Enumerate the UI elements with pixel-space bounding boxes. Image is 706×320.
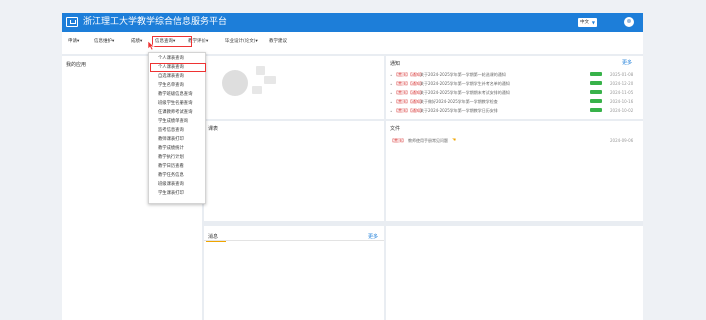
notice-row[interactable]: • 【置顶】【通知】 关于2024-2025学年第一学期期末考试安排的通知 20…: [390, 90, 640, 97]
dropdown-item[interactable]: 任课教师考试查询: [158, 110, 192, 116]
notice-date: 2024-11-05: [610, 90, 634, 95]
notice-text: 关于2024-2025学年第一学期期末考试安排的通知: [420, 90, 510, 95]
top-header: 浙江理工大学教学综合信息服务平台 中文 ▼: [62, 13, 643, 32]
language-label: 中文: [580, 20, 589, 25]
logo-icon: [66, 17, 78, 27]
new-badge: [590, 99, 602, 103]
messages-more-link[interactable]: 更多: [368, 233, 378, 240]
profile-blur-2: [264, 76, 276, 84]
dropdown-item[interactable]: 教学任务信息: [158, 173, 184, 179]
messages-tab-underline: [206, 241, 226, 243]
new-badge: [590, 90, 602, 94]
bullet-icon: •: [390, 100, 393, 105]
menu-info-maintain[interactable]: 信息维护▾: [94, 38, 114, 45]
files-title: 文件: [390, 126, 401, 132]
menu-grades[interactable]: 成绩▾: [131, 38, 142, 45]
language-select[interactable]: 中文 ▼: [578, 18, 597, 27]
menu-thesis[interactable]: 毕业设计(论文)▾: [225, 38, 258, 45]
messages-tab[interactable]: 消息: [208, 233, 218, 240]
new-badge: [590, 108, 602, 112]
dropdown-item[interactable]: 学生课表打印: [158, 191, 184, 197]
bullet-icon: •: [390, 73, 393, 78]
notices-more-link[interactable]: 更多: [622, 59, 632, 66]
dropdown-item[interactable]: 个人课表查询: [158, 56, 184, 62]
dropdown-item[interactable]: 教学班级信息查询: [158, 92, 192, 98]
profile-avatar: [222, 70, 248, 96]
dropdown-item[interactable]: 监考信息查询: [158, 128, 184, 134]
notice-row[interactable]: • 【置顶】【通知】 关于做好2024-2025学年第一学期教学检查 2024-…: [390, 99, 640, 106]
profile-blur-1: [256, 66, 265, 75]
notices-title: 通知: [390, 61, 401, 67]
files-panel: 文件 【置顶】 教师使用手册常见问题 ☚ 2024-09-06: [386, 121, 643, 221]
schedule-panel: 课表: [204, 121, 384, 221]
dropdown-item[interactable]: 学生成绩单查询: [158, 119, 188, 125]
new-badge: [590, 72, 602, 76]
bullet-icon: •: [390, 109, 393, 114]
bullet-icon: •: [390, 91, 393, 96]
notice-text: 关于2024-2025学年第一学期学生补考名单的通知: [420, 81, 510, 86]
hand-icon: ☚: [452, 138, 457, 143]
file-date: 2024-09-06: [610, 138, 634, 143]
profile-panel: [204, 56, 384, 119]
notice-date: 2025-01-08: [610, 72, 634, 77]
messages-panel: 消息 更多: [204, 226, 384, 320]
notice-text: 关于2024-2025学年第一学期教学日历安排: [420, 108, 498, 113]
menu-suggestion[interactable]: 教学建议: [269, 38, 287, 45]
file-text: 教师使用手册常见问题: [408, 138, 448, 143]
user-avatar-icon[interactable]: [624, 17, 634, 27]
cursor-icon: [147, 40, 155, 51]
notice-date: 2024-10-16: [610, 99, 634, 104]
dropdown-item[interactable]: 教学执行计划: [158, 155, 184, 161]
chevron-down-icon: ▼: [591, 20, 595, 25]
dropdown-item[interactable]: 自选课表查询: [158, 74, 184, 80]
my-apps-title: 我的应用: [66, 62, 87, 68]
dropdown-item[interactable]: 教学成绩统计: [158, 146, 184, 152]
menu-apply[interactable]: 申请▾: [68, 38, 79, 45]
info-query-dropdown: 个人课表查询 个人课表查询 自选课表查询 学生名单查询 教学班级信息查询 班级学…: [148, 52, 206, 204]
notice-text: 关于2024-2025学年第一学期第一轮选课的通知: [420, 72, 506, 77]
profile-blur-3: [252, 86, 262, 94]
dropdown-item[interactable]: 班级课表查询: [158, 182, 184, 188]
site-title: 浙江理工大学教学综合信息服务平台: [83, 17, 228, 27]
menu-highlight-box: [152, 36, 192, 47]
dropdown-item[interactable]: 学生名单查询: [158, 83, 184, 89]
dropdown-item[interactable]: 教师课表打印: [158, 137, 184, 143]
notice-row[interactable]: • 【置顶】【通知】 关于2024-2025学年第一学期学生补考名单的通知 20…: [390, 81, 640, 88]
notice-date: 2024-10-02: [610, 108, 634, 113]
divider: [204, 240, 384, 241]
dropdown-item[interactable]: 班级学生名册查询: [158, 101, 192, 107]
notice-row[interactable]: • 【置顶】【通知】 关于2024-2025学年第一学期第一轮选课的通知 202…: [390, 72, 640, 79]
dropdown-highlight-box: [150, 63, 206, 72]
notice-date: 2024-12-20: [610, 81, 634, 86]
file-tag: 【置顶】: [390, 138, 406, 143]
file-row[interactable]: 【置顶】 教师使用手册常见问题 ☚ 2024-09-06: [390, 138, 640, 145]
new-badge: [590, 81, 602, 85]
empty-panel: [386, 226, 643, 320]
notice-text: 关于做好2024-2025学年第一学期教学检查: [420, 99, 498, 104]
schedule-title: 课表: [208, 126, 219, 132]
notice-row[interactable]: • 【置顶】【通知】 关于2024-2025学年第一学期教学日历安排 2024-…: [390, 108, 640, 114]
dropdown-item[interactable]: 教学日历查看: [158, 164, 184, 170]
bullet-icon: •: [390, 82, 393, 87]
